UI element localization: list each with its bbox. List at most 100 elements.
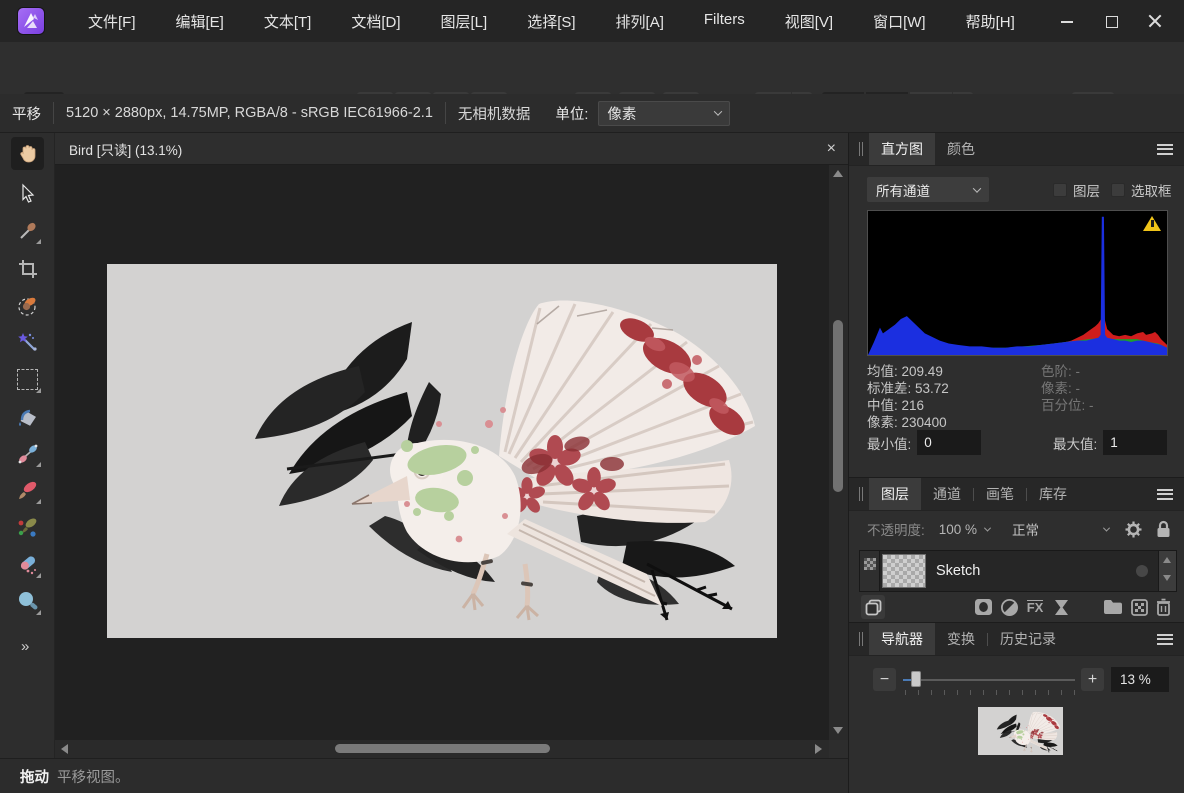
menu-text[interactable]: 文本[T]: [248, 6, 328, 37]
layer-row-gutter: [860, 551, 880, 591]
warning-icon[interactable]: [1143, 216, 1161, 231]
delete-layer-button[interactable]: [1151, 595, 1175, 619]
scroll-down-icon[interactable]: [1163, 575, 1171, 581]
panel-grip-icon[interactable]: [859, 487, 863, 501]
min-input[interactable]: [917, 430, 981, 455]
affinity-photo-window: 文件[F] 编辑[E] 文本[T] 文档[D] 图层[L] 选择[S] 排列[A…: [0, 0, 1184, 793]
menu-select[interactable]: 选择[S]: [511, 6, 591, 37]
layer-checkbox[interactable]: [1053, 183, 1067, 197]
cursor-icon: [18, 183, 38, 203]
tools-overflow-icon[interactable]: »: [21, 638, 27, 655]
chevron-down-icon[interactable]: [984, 524, 991, 531]
mask-layer-button[interactable]: [971, 595, 995, 619]
unit-select[interactable]: 像素: [598, 101, 730, 126]
zoom-slider-handle[interactable]: [911, 671, 921, 687]
max-label: 最大值:: [1053, 433, 1097, 453]
marquee-checkbox-label: 选取框: [1131, 180, 1172, 200]
panel-menu-icon[interactable]: [1157, 489, 1173, 500]
new-layer-button[interactable]: [1127, 595, 1151, 619]
panel-grip-icon[interactable]: [859, 632, 863, 646]
menu-document[interactable]: 文档[D]: [335, 6, 416, 37]
close-button[interactable]: [1148, 14, 1162, 28]
erase-tool[interactable]: [11, 548, 44, 581]
marquee-tool[interactable]: [11, 363, 44, 396]
zoom-value-input[interactable]: [1111, 667, 1169, 692]
chevron-down-icon[interactable]: [1103, 524, 1110, 531]
zoom-slider-track[interactable]: [903, 679, 1075, 681]
menu-layer[interactable]: 图层[L]: [425, 6, 504, 37]
layer-name[interactable]: Sketch: [936, 563, 980, 579]
flood-select-tool[interactable]: [11, 326, 44, 359]
edit-all-layers-button[interactable]: [861, 595, 885, 619]
gradient-tool[interactable]: [11, 437, 44, 470]
colour-replacement-brush-tool[interactable]: [11, 511, 44, 544]
marquee-checkbox-group: 选取框: [1111, 180, 1172, 200]
tab-channels[interactable]: 通道: [921, 478, 973, 510]
tab-history[interactable]: 历史记录: [988, 623, 1068, 655]
menu-view[interactable]: 视图[V]: [769, 6, 849, 37]
scroll-up-icon[interactable]: [833, 170, 843, 177]
vertical-scrollbar-thumb[interactable]: [833, 320, 843, 492]
opacity-value[interactable]: 100 %: [939, 522, 977, 537]
max-input[interactable]: [1103, 430, 1167, 455]
tab-color[interactable]: 颜色: [935, 133, 987, 165]
tab-brushes[interactable]: 画笔: [974, 478, 1026, 510]
layer-visibility-toggle[interactable]: [1136, 565, 1148, 577]
layer-list-scrollbar[interactable]: [1158, 551, 1176, 591]
tab-layers[interactable]: 图层: [869, 478, 921, 510]
status-bar: 拖动 平移视图。: [0, 758, 848, 793]
menu-filters[interactable]: Filters: [688, 6, 761, 37]
unit-value: 像素: [607, 103, 636, 124]
group-layers-button[interactable]: [1101, 595, 1125, 619]
scroll-down-icon[interactable]: [833, 727, 843, 734]
lock-icon[interactable]: [1156, 520, 1171, 538]
blend-gear-icon[interactable]: [1125, 521, 1142, 538]
tab-close-icon[interactable]: ×: [827, 140, 836, 158]
menu-arrange[interactable]: 排列[A]: [600, 6, 680, 37]
panel-menu-icon[interactable]: [1157, 144, 1173, 155]
navigator-thumbnail[interactable]: [978, 707, 1063, 755]
selection-brush-tool[interactable]: [11, 289, 44, 322]
tab-transform[interactable]: 变换: [935, 623, 987, 655]
zoom-out-button[interactable]: −: [873, 668, 896, 691]
tab-histogram[interactable]: 直方图: [869, 133, 935, 165]
maximize-button[interactable]: [1104, 14, 1118, 28]
paint-brush-tool[interactable]: [11, 474, 44, 507]
menu-window[interactable]: 窗口[W]: [857, 6, 942, 37]
horizontal-scrollbar[interactable]: [55, 740, 829, 758]
pan-hand-tool[interactable]: [11, 137, 44, 170]
tab-stock[interactable]: 库存: [1027, 478, 1079, 510]
live-filter-button[interactable]: FX: [1023, 595, 1047, 619]
move-tool[interactable]: [11, 176, 44, 209]
adjustment-layer-button[interactable]: [997, 595, 1021, 619]
menu-file[interactable]: 文件[F]: [72, 6, 152, 37]
status-action: 拖动: [20, 766, 49, 787]
layer-thumbnail[interactable]: [882, 554, 926, 588]
magic-wand-icon: [16, 331, 40, 355]
scroll-right-icon[interactable]: [815, 744, 822, 754]
panel-grip-icon[interactable]: [859, 142, 863, 156]
document-tab[interactable]: Bird [只读] (13.1%): [69, 139, 182, 159]
channel-value: 所有通道: [876, 180, 930, 200]
channel-select[interactable]: 所有通道: [867, 177, 989, 202]
crop-tool[interactable]: [11, 252, 44, 285]
vertical-scrollbar[interactable]: [829, 165, 848, 740]
right-panels: 直方图 颜色 所有通道 图层 选取框 均值: 209.49: [848, 133, 1184, 793]
canvas-viewport[interactable]: [55, 165, 829, 740]
blend-mode-value[interactable]: 正常: [1012, 519, 1039, 539]
crop-icon: [18, 259, 38, 279]
colour-picker-tool[interactable]: [11, 214, 44, 247]
blend-ranges-button[interactable]: [1049, 595, 1073, 619]
flood-fill-tool[interactable]: [11, 400, 44, 433]
minimize-button[interactable]: [1060, 14, 1074, 28]
tab-navigator[interactable]: 导航器: [869, 623, 935, 655]
horizontal-scrollbar-thumb[interactable]: [335, 744, 550, 753]
zoom-in-button[interactable]: +: [1081, 668, 1104, 691]
scroll-up-icon[interactable]: [1163, 557, 1171, 563]
marquee-checkbox[interactable]: [1111, 183, 1125, 197]
panel-menu-icon[interactable]: [1157, 634, 1173, 645]
menu-help[interactable]: 帮助[H]: [950, 6, 1031, 37]
menu-edit[interactable]: 编辑[E]: [160, 6, 240, 37]
scroll-left-icon[interactable]: [61, 744, 68, 754]
blur-tool[interactable]: [11, 585, 44, 618]
